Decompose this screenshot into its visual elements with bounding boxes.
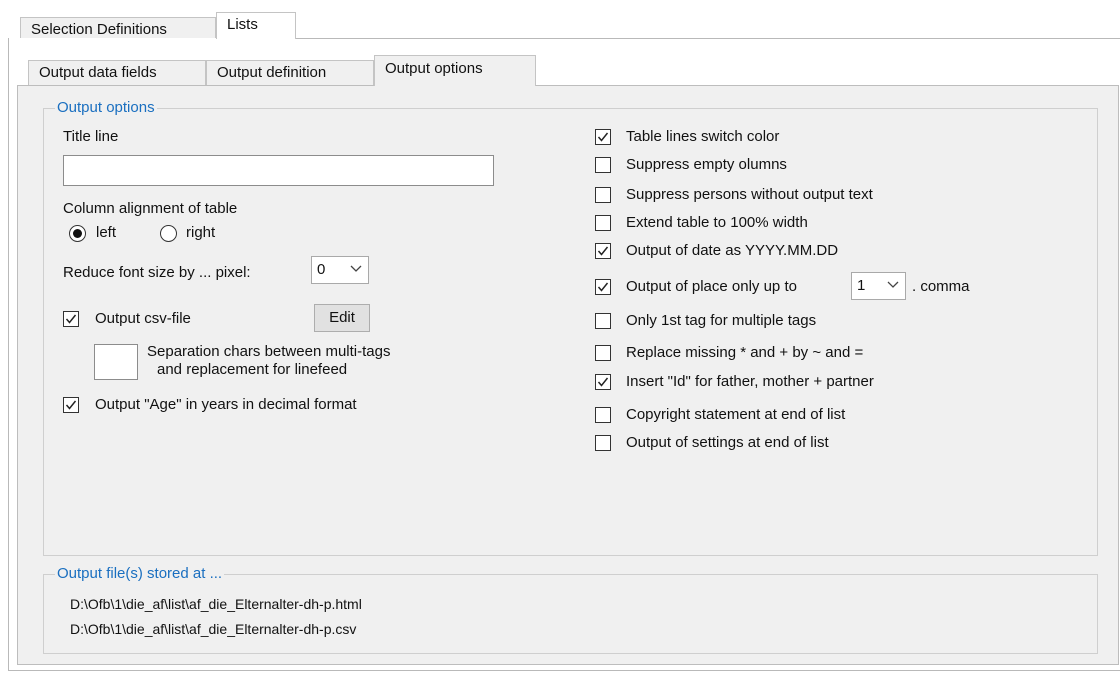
tab-label: Lists bbox=[227, 16, 258, 33]
extend-table-width-checkbox[interactable] bbox=[595, 215, 611, 231]
suppress-empty-columns-checkbox[interactable] bbox=[595, 157, 611, 173]
title-line-label: Title line bbox=[63, 128, 119, 145]
checkmark-icon bbox=[597, 377, 609, 387]
option-label: Only 1st tag for multiple tags bbox=[626, 312, 817, 329]
separation-label-line1: Separation chars between multi-tags bbox=[147, 343, 391, 360]
checkmark-icon bbox=[65, 314, 77, 324]
tab-label: Output options bbox=[385, 60, 483, 77]
separation-chars-input[interactable] bbox=[94, 344, 138, 380]
output-settings-checkbox[interactable] bbox=[595, 435, 611, 451]
tab-label: Selection Definitions bbox=[31, 21, 167, 38]
reduce-font-label: Reduce font size by ... pixel: bbox=[63, 264, 251, 281]
chevron-down-icon bbox=[350, 265, 362, 272]
checkmark-icon bbox=[65, 400, 77, 410]
separation-label-line2: and replacement for linefeed bbox=[157, 361, 348, 378]
reduce-font-select[interactable]: 0 bbox=[311, 256, 369, 284]
date-format-checkbox[interactable] bbox=[595, 243, 611, 259]
output-csv-label: Output csv-file bbox=[95, 310, 191, 327]
place-comma-suffix: . comma bbox=[912, 278, 970, 295]
align-right-label: right bbox=[186, 224, 216, 241]
align-left-label: left bbox=[96, 224, 117, 241]
edit-button[interactable]: Edit bbox=[314, 304, 370, 332]
output-files-legend: Output file(s) stored at ... bbox=[55, 565, 225, 582]
output-file-path: D:\Ofb\1\die_af\list\af_die_Elternalter-… bbox=[70, 596, 362, 612]
tab-label: Output definition bbox=[217, 64, 327, 81]
title-line-input[interactable] bbox=[63, 155, 494, 186]
output-file-path: D:\Ofb\1\die_af\list\af_die_Elternalter-… bbox=[70, 621, 357, 637]
output-csv-checkbox[interactable] bbox=[63, 311, 79, 327]
option-label: Table lines switch color bbox=[626, 128, 780, 145]
option-label: Replace missing * and + by ~ and = bbox=[626, 344, 864, 361]
output-options-legend: Output options bbox=[55, 99, 157, 116]
tab-output-options[interactable]: Output options bbox=[374, 55, 536, 86]
output-age-checkbox[interactable] bbox=[63, 397, 79, 413]
option-label: Output of date as YYYY.MM.DD bbox=[626, 242, 839, 259]
place-comma-value: 1 bbox=[857, 277, 866, 294]
tab-output-data-fields[interactable]: Output data fields bbox=[28, 60, 206, 85]
place-comma-checkbox[interactable] bbox=[595, 279, 611, 295]
output-files-group bbox=[43, 574, 1098, 654]
reduce-font-value: 0 bbox=[317, 261, 326, 278]
tab-lists[interactable]: Lists bbox=[216, 12, 296, 39]
checkmark-icon bbox=[597, 246, 609, 256]
insert-id-checkbox[interactable] bbox=[595, 374, 611, 390]
align-left-radio[interactable] bbox=[69, 225, 86, 242]
tab-label: Output data fields bbox=[39, 64, 157, 81]
suppress-persons-checkbox[interactable] bbox=[595, 187, 611, 203]
checkmark-icon bbox=[597, 132, 609, 142]
align-right-radio[interactable] bbox=[160, 225, 177, 242]
option-label: Output of settings at end of list bbox=[626, 434, 829, 451]
tab-strip-line bbox=[296, 38, 1120, 39]
copyright-statement-checkbox[interactable] bbox=[595, 407, 611, 423]
place-comma-select[interactable]: 1 bbox=[851, 272, 906, 300]
replace-missing-checkbox[interactable] bbox=[595, 345, 611, 361]
option-label: Extend table to 100% width bbox=[626, 214, 808, 231]
option-label: Copyright statement at end of list bbox=[626, 406, 846, 423]
chevron-down-icon bbox=[887, 281, 899, 288]
table-lines-switch-color-checkbox[interactable] bbox=[595, 129, 611, 145]
option-label: Suppress persons without output text bbox=[626, 186, 873, 203]
only-first-tag-checkbox[interactable] bbox=[595, 313, 611, 329]
output-age-label: Output "Age" in years in decimal format bbox=[95, 396, 357, 413]
option-label: Suppress empty olumns bbox=[626, 156, 787, 173]
column-alignment-label: Column alignment of table bbox=[63, 200, 238, 217]
tab-output-definition[interactable]: Output definition bbox=[206, 60, 374, 85]
option-label: Output of place only up to bbox=[626, 278, 797, 295]
checkmark-icon bbox=[597, 282, 609, 292]
option-label: Insert "Id" for father, mother + partner bbox=[626, 373, 874, 390]
